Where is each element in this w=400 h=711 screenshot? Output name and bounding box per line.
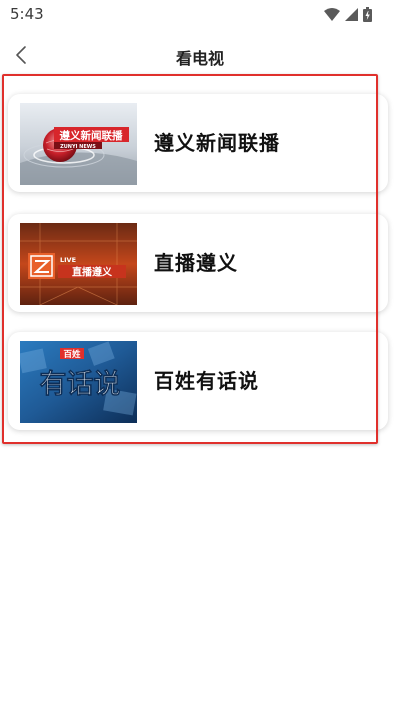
channel-thumbnail: LIVE 直播遵义 (20, 223, 137, 305)
thumb-caption: 遵义新闻联播 (60, 129, 123, 142)
thumb-subcaption: ZUNYI NEWS (60, 144, 96, 150)
channel-card-baixing[interactable]: 百姓 有话说 百姓有话说 (8, 332, 388, 430)
page-title: 看电视 (175, 49, 224, 68)
channel-card-zunyi-news[interactable]: 遵义新闻联播 ZUNYI NEWS 遵义新闻联播 (8, 94, 388, 192)
channel-title: 遵义新闻联播 (154, 131, 280, 155)
status-bar: 5:43 (0, 0, 400, 28)
thumb-caption-small: 百姓 (63, 349, 81, 360)
status-icons (324, 6, 372, 22)
thumb-live-badge: LIVE (60, 256, 76, 264)
signal-icon (345, 7, 358, 21)
channel-title: 百姓有话说 (154, 369, 259, 393)
thumb-caption-large: 有话说 (40, 369, 121, 400)
wifi-icon (324, 7, 340, 21)
channel-list: 遵义新闻联播 ZUNYI NEWS 遵义新闻联播 LIVE 直播遵义 直播遵义 … (0, 74, 388, 444)
channel-thumbnail: 百姓 有话说 (20, 341, 137, 423)
channel-card-live-zunyi[interactable]: LIVE 直播遵义 直播遵义 (8, 214, 388, 312)
battery-icon (363, 6, 372, 22)
channel-thumbnail: 遵义新闻联播 ZUNYI NEWS (20, 103, 137, 185)
status-time: 5:43 (10, 5, 44, 23)
thumb-caption: 直播遵义 (72, 266, 113, 279)
channel-title: 直播遵义 (154, 251, 238, 275)
